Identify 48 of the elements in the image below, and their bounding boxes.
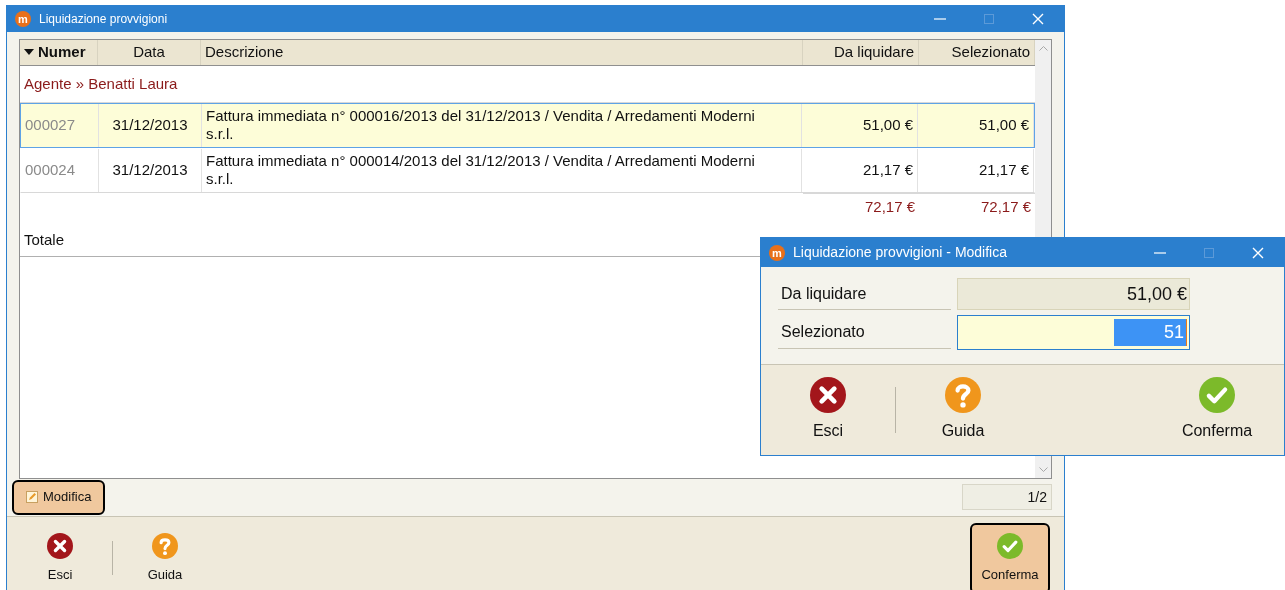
scroll-down-icon[interactable]: [1038, 466, 1048, 472]
app-logo-icon: m: [769, 244, 785, 261]
sort-down-icon: [24, 49, 34, 56]
close-icon[interactable]: [1032, 12, 1044, 25]
help-icon: [945, 377, 981, 413]
table-cell: 000024: [21, 148, 99, 192]
table-cell: Fattura immediata n° 000014/2013 del 31/12/2013 / Vendita / Arredamenti Moderni s.r.l.: [202, 148, 802, 192]
table-row[interactable]: 000024 31/12/2013 Fattura immediata n° 000014/2013 del 31/12/2013 / Vendita / Arredamenti Moderni s.r.l. 21,17 € 21,17 €: [20, 147, 1035, 193]
table-row[interactable]: 000027 31/12/2013 Fattura immediata n° 000016/2013 del 31/12/2013 / Vendita / Arredamenti Moderni s.r.l. 51,00 € 51,00 €: [20, 102, 1035, 148]
help-button[interactable]: Guida: [908, 365, 1018, 455]
confirm-button[interactable]: Conferma: [970, 522, 1050, 590]
pencil-icon: [26, 491, 38, 504]
confirm-button[interactable]: Conferma: [1162, 365, 1272, 455]
exit-button[interactable]: Esci: [20, 522, 100, 590]
field-label: Da liquidare: [778, 278, 951, 310]
column-header[interactable]: Numer: [20, 39, 98, 65]
maximize-icon: [984, 13, 994, 24]
field-label: Selezionato: [778, 316, 951, 349]
table-cell: 31/12/2013: [99, 148, 202, 192]
maximize-icon: [1204, 247, 1214, 258]
column-header[interactable]: Descrizione: [201, 39, 803, 65]
column-header[interactable]: Da liquidare: [803, 39, 919, 65]
table-cell: 31/12/2013: [99, 103, 202, 147]
close-icon: [810, 377, 846, 413]
amount-field: 51,00 €: [957, 278, 1190, 310]
exit-button[interactable]: Esci: [773, 365, 883, 455]
scroll-up-icon[interactable]: [1038, 45, 1048, 51]
close-icon[interactable]: [1252, 246, 1264, 259]
checkmark-icon: [997, 532, 1023, 559]
total-cell: 72,17 €: [803, 192, 919, 221]
help-button[interactable]: Guida: [125, 522, 205, 590]
page-indicator: 1/2: [962, 484, 1052, 511]
table-cell: 21,17 €: [802, 148, 918, 192]
window-title: Liquidazione provvigioni: [39, 10, 169, 28]
table-cell: 21,17 €: [918, 148, 1034, 192]
checkmark-icon: [1199, 377, 1235, 413]
edit-button[interactable]: Modifica: [12, 479, 106, 515]
group-label: Agente » Benatti Laura: [24, 73, 178, 94]
close-icon: [47, 532, 73, 559]
table-cell: 51,00 €: [918, 103, 1034, 147]
total-label: Totale: [24, 230, 65, 251]
table-cell: 000027: [21, 103, 99, 147]
help-icon: [152, 532, 178, 559]
window-title: Liquidazione provvigioni - Modifica: [793, 243, 1008, 262]
column-header[interactable]: Data: [98, 39, 201, 65]
table-cell: 51,00 €: [802, 103, 918, 147]
app-logo-icon: m: [15, 10, 31, 27]
table-cell: Fattura immediata n° 000016/2013 del 31/12/2013 / Vendita / Arredamenti Moderni s.r.l.: [202, 103, 802, 147]
